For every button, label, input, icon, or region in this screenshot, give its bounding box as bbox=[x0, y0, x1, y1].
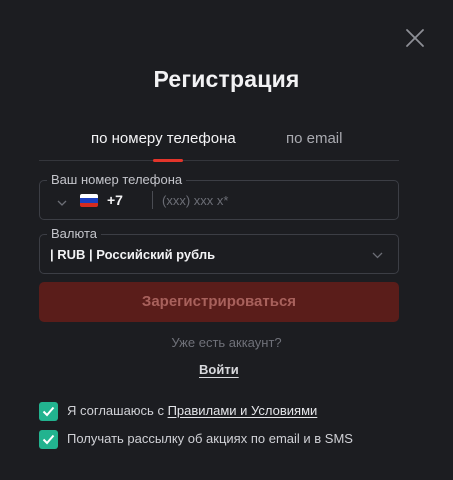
country-select[interactable] bbox=[57, 195, 67, 206]
tab-email[interactable]: по email bbox=[286, 130, 342, 147]
currency-select[interactable]: Валюта | RUB | Российский рубль bbox=[39, 226, 399, 274]
registration-dialog: Регистрация по номеру телефона по email … bbox=[0, 0, 453, 480]
currency-field-label: Валюта bbox=[47, 226, 101, 241]
checkmark-icon bbox=[42, 434, 55, 445]
login-link[interactable]: Войти bbox=[199, 362, 239, 377]
tab-phone[interactable]: по номеру телефона bbox=[91, 130, 236, 147]
close-button[interactable] bbox=[403, 26, 427, 50]
dialog-title: Регистрация bbox=[153, 66, 300, 92]
chevron-down-icon bbox=[57, 200, 67, 206]
newsletter-checkbox[interactable] bbox=[39, 430, 58, 449]
terms-consent-prefix: Я соглашаюсь с bbox=[67, 403, 168, 418]
phone-input[interactable] bbox=[162, 187, 387, 213]
currency-value: | RUB | Российский рубль bbox=[50, 247, 216, 262]
phone-field-label: Ваш номер телефона bbox=[47, 172, 187, 187]
terms-link[interactable]: Правилами и Условиями bbox=[168, 403, 318, 418]
have-account-text: Уже есть аккаунт? bbox=[171, 335, 282, 350]
dial-code: +7 bbox=[107, 192, 123, 208]
register-button[interactable]: Зарегистрироваться bbox=[39, 282, 399, 322]
terms-checkbox[interactable] bbox=[39, 402, 58, 421]
active-tab-indicator bbox=[153, 159, 183, 162]
terms-consent-label: Я соглашаюсь с Правилами и Условиями bbox=[67, 403, 317, 418]
chevron-down-icon bbox=[372, 252, 383, 259]
phone-field: Ваш номер телефона +7 bbox=[39, 172, 399, 220]
registration-method-tabs: по номеру телефона по email bbox=[39, 124, 399, 162]
ru-flag-icon[interactable] bbox=[80, 194, 98, 207]
phone-divider bbox=[152, 191, 153, 209]
tabs-divider bbox=[39, 160, 399, 161]
close-icon bbox=[406, 29, 424, 47]
newsletter-consent-label: Получать рассылку об акциях по email и в… bbox=[67, 431, 353, 446]
checkmark-icon bbox=[42, 406, 55, 417]
